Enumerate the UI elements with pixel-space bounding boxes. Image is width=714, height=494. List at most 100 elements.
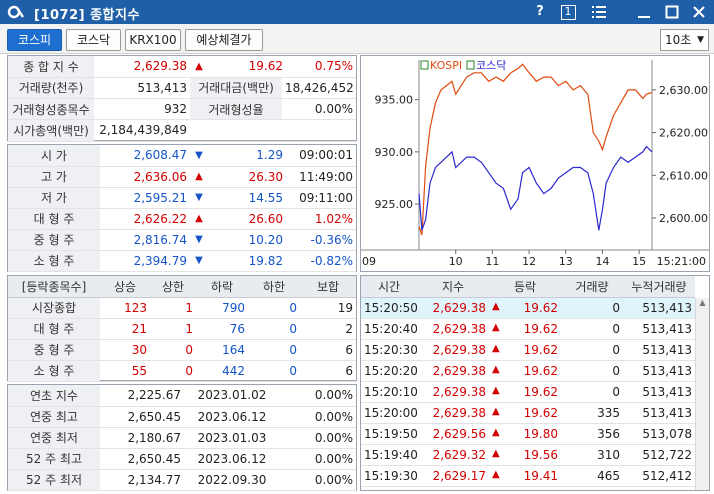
page-number-button[interactable]: 1 [557,2,579,22]
interval-select[interactable]: 10초 ▼ [660,29,709,51]
index-value: 2,629.38 [94,56,190,78]
breadth-upper: 1 [150,297,196,319]
help-button[interactable]: ? [529,2,551,22]
price-row-mid: 중 형 주 2,816.74 ▼ 10.20 -0.36% [8,229,356,251]
tab-krx100[interactable]: KRX100 [125,29,181,51]
index-rate: 0.75% [286,56,356,78]
breadth-down: 76 [196,318,248,340]
tab-expected-price[interactable]: 예상체결가 [185,29,263,51]
tick-row[interactable]: 15:19:30 2,629.17 ▲ 19.41 465 512,412 [361,465,695,487]
tab-kospi[interactable]: 코스피 [7,29,62,51]
chevron-down-icon: ▼ [697,35,704,45]
price-extra: -0.36% [286,229,356,251]
y-right-tick-label: 2,630.00 [659,84,708,97]
tab-kosdaq[interactable]: 코스닥 [66,29,121,51]
menu-button[interactable] [588,2,610,22]
yearly-value: 2,225.67 [100,385,184,407]
tick-change-value: 19.80 [523,426,558,441]
down-triangle-icon: ▼ [190,250,208,272]
tick-change-value: 19.62 [523,300,558,315]
minimize-button[interactable] [633,2,655,22]
tick-row[interactable]: 15:20:10 2,629.38 ▲ 19.62 0 513,413 [361,381,695,403]
page-number: 1 [560,5,576,20]
tick-index: 2,629.38 [417,318,489,340]
yearly-date: 2023.01.02 [184,385,280,407]
tick-cum: 513,413 [623,339,695,361]
price-change: 10.20 [208,229,286,251]
tick-change: ▲ 19.62 [489,402,561,424]
tick-cum: 513,078 [623,423,695,445]
tick-change: ▲ 19.62 [489,360,561,382]
price-row-small: 소 형 주 2,394.79 ▼ 19.82 -0.82% [8,250,356,272]
breadth-label: 소 형 주 [8,360,100,382]
yearly-rate: 0.00% [280,448,356,470]
up-triangle-icon: ▲ [492,426,500,438]
ticks-scrollbar[interactable]: ▲ [695,298,709,490]
tick-time: 15:19:50 [361,423,417,445]
tick-row[interactable]: 15:19:40 2,629.32 ▲ 19.56 310 512,722 [361,444,695,466]
tick-row[interactable]: 15:20:20 2,629.38 ▲ 19.62 0 513,413 [361,360,695,382]
yearly-label: 연초 지수 [8,385,100,407]
price-row-large: 대 형 주 2,626.22 ▲ 26.60 1.02% [8,208,356,230]
tick-index: 2,629.38 [417,381,489,403]
breadth-flat: 2 [300,318,356,340]
y-right-tick-label: 2,600.00 [659,212,708,225]
yearly-label: 52 주 최저 [8,469,100,491]
tick-volume: 335 [561,402,623,424]
x-tick-label: 13 [559,255,573,268]
yearly-row: 연중 최고 2,650.45 2023.06.12 0.00% [8,406,356,428]
tick-change: ▲ 19.62 [489,381,561,403]
yearly-row: 52 주 최저 2,134.77 2022.09.30 0.00% [8,469,356,491]
tick-change-value: 19.62 [523,363,558,378]
traded-count-value: 932 [94,98,190,120]
tick-change-value: 19.62 [523,384,558,399]
tick-cum: 513,413 [623,297,695,319]
y-left-tick-label: 935.00 [375,94,414,107]
amount-value: 18,426,452 [282,77,356,99]
tick-change-value: 19.62 [523,405,558,420]
tick-row[interactable]: 15:20:40 2,629.38 ▲ 19.62 0 513,413 [361,318,695,340]
tick-row[interactable]: 15:19:50 2,629.56 ▲ 19.80 356 513,078 [361,423,695,445]
tick-volume: 0 [561,360,623,382]
down-triangle-icon: ▼ [190,229,208,251]
index-label: 종 합 지 수 [8,56,94,78]
tick-change: ▲ 19.62 [489,318,561,340]
index-row: 종 합 지 수 2,629.38 ▲ 19.62 0.75% [8,56,356,78]
breadth-panel: [등락종목수] 상승 상한 하락 하한 보합 시장종합 123 1 790 0 … [7,275,357,382]
tick-index: 2,629.38 [417,360,489,382]
tick-time: 15:20:10 [361,381,417,403]
tick-volume: 310 [561,444,623,466]
breadth-flat: 19 [300,297,356,319]
window-title: [1072] 종합지수 [34,8,140,23]
breadth-lower: 0 [248,297,300,319]
summary-panel: 종 합 지 수 2,629.38 ▲ 19.62 0.75% 거래량(천주) 5… [7,55,357,142]
tick-change-value: 19.41 [523,468,558,483]
interval-value: 10초 [665,33,692,47]
volume-row: 거래량(천주) 513,413 거래대금(백만) 18,426,452 [8,77,356,99]
price-change: 14.55 [208,187,286,209]
index-chart: 935.00 930.00 925.00 2,630.00 2,620.00 2,610.… [360,55,710,272]
yearly-date: 2023.01.03 [184,427,280,449]
up-triangle-icon: ▲ [190,208,208,230]
price-change: 26.30 [208,166,286,188]
close-button[interactable] [688,2,710,22]
x-tick-label: 15:21:00 [657,255,706,268]
traded-rate-value: 0.00% [282,98,356,120]
tick-time: 15:19:40 [361,444,417,466]
ticks-header-index: 지수 [417,276,489,298]
breadth-down: 164 [196,339,248,361]
maximize-button[interactable] [661,2,683,22]
price-extra: 1.02% [286,208,356,230]
menu-icon [592,6,606,18]
tick-change-value: 19.56 [523,447,558,462]
down-triangle-icon: ▼ [190,145,208,167]
amount-label: 거래대금(백만) [190,77,282,99]
traded-rate-label: 거래형성율 [190,98,282,120]
price-value: 2,816.74 [100,229,190,251]
scroll-up-icon[interactable]: ▲ [696,298,709,312]
tick-row[interactable]: 15:20:00 2,629.38 ▲ 19.62 335 513,413 [361,402,695,424]
tick-row[interactable]: 15:20:50 2,629.38 ▲ 19.62 0 513,413 [361,297,695,319]
up-triangle-icon: ▲ [492,342,500,354]
tick-row[interactable]: 15:20:30 2,629.38 ▲ 19.62 0 513,413 [361,339,695,361]
breadth-row: 중 형 주 30 0 164 0 6 [8,339,356,361]
